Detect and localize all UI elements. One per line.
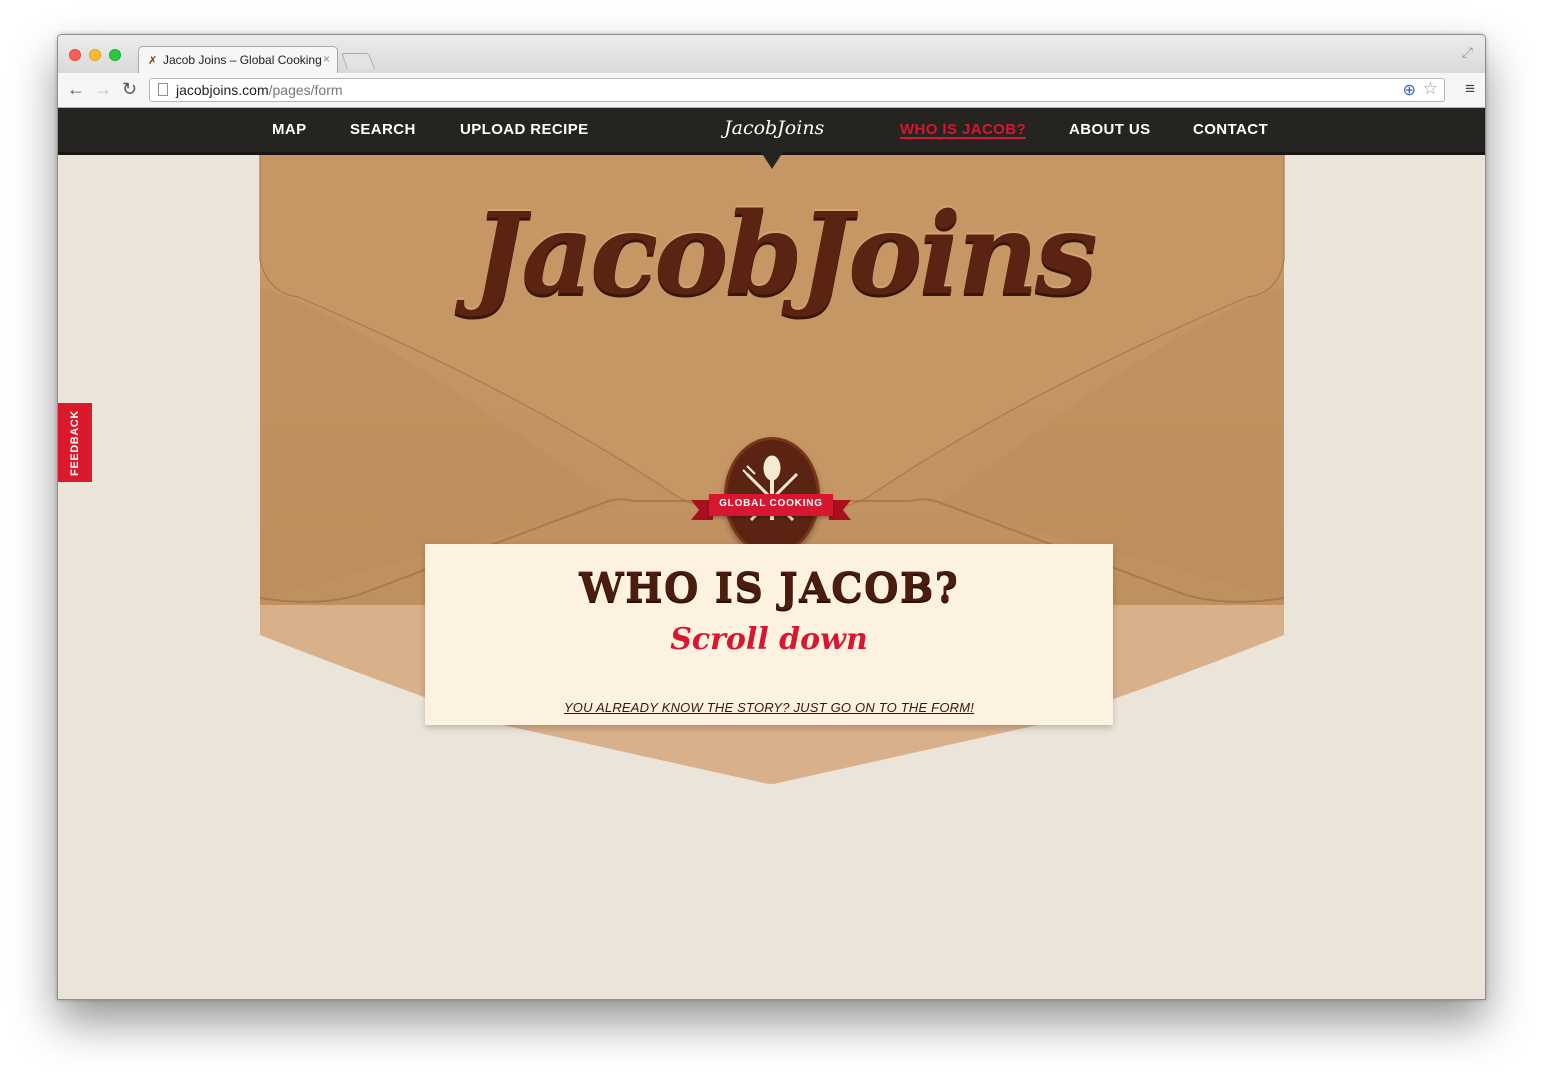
letter-card: WHO IS JACOB? Scroll down YOU ALREADY KN… [425,544,1113,725]
nav-map[interactable]: MAP [272,121,307,138]
nav-contact[interactable]: CONTACT [1193,121,1268,138]
browser-window: ✗ Jacob Joins – Global Cooking × ⤢ ← → ↻… [57,34,1486,1000]
nav-pointer [761,152,783,169]
badge-ribbon: GLOBAL COOKING [691,494,851,520]
fork-spoon-knife-icon [742,455,799,522]
nav-upload-recipe[interactable]: UPLOAD RECIPE [460,121,589,138]
go-to-form-link[interactable]: YOU ALREADY KNOW THE STORY? JUST GO ON T… [425,700,1113,715]
badge-label: GLOBAL COOKING [719,498,823,509]
nav-logo[interactable]: JacobJoins [724,117,824,139]
nav-search[interactable]: SEARCH [350,121,416,138]
nav-about-us[interactable]: ABOUT US [1069,121,1151,138]
hero-logo: JacobJoins [472,189,1098,320]
scroll-down-label[interactable]: Scroll down [425,622,1113,657]
feedback-tab[interactable]: FEEDBACK [58,403,92,482]
page-title: WHO IS JACOB? [579,564,959,611]
feedback-label: FEEDBACK [69,410,81,476]
site-navigation: MAP SEARCH UPLOAD RECIPE JacobJoins WHO … [58,108,1485,155]
nav-who-is-jacob[interactable]: WHO IS JACOB? [900,121,1026,138]
